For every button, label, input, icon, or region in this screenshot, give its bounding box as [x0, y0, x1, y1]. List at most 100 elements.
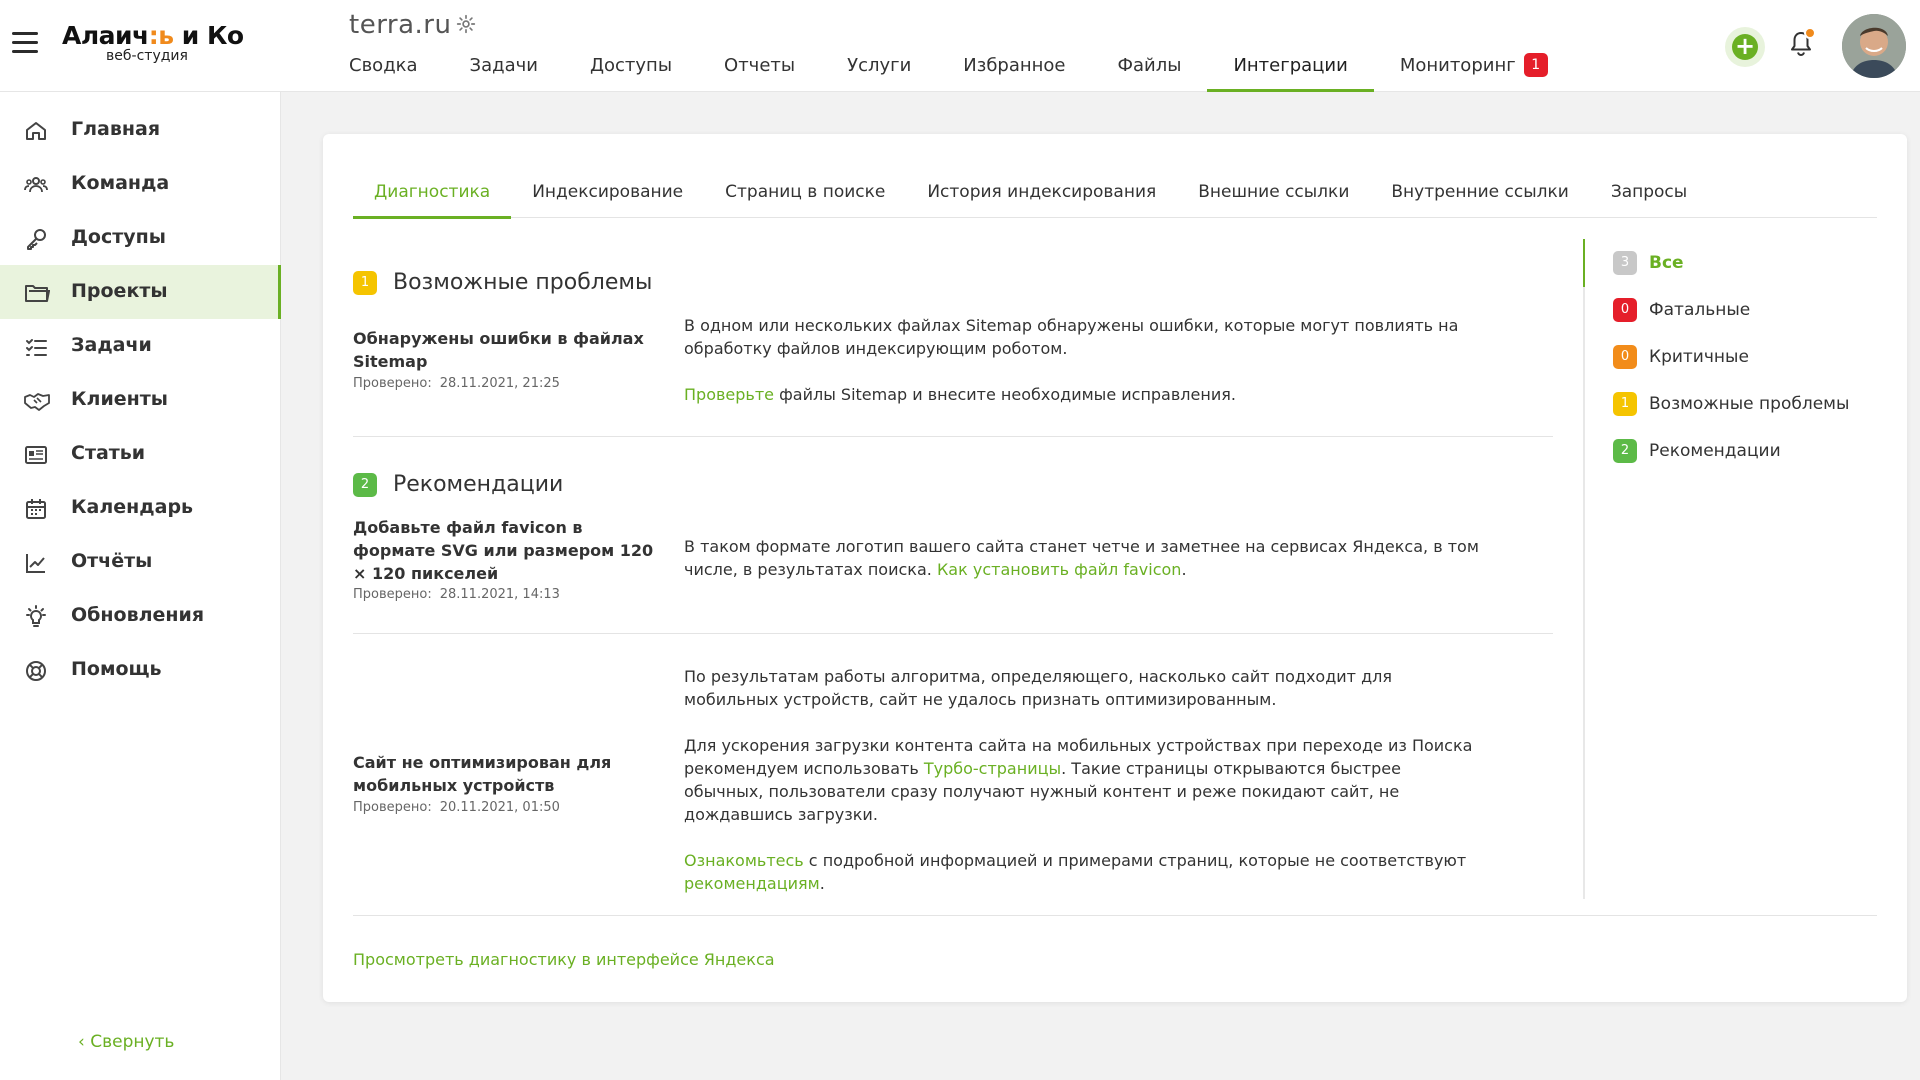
chart-icon	[24, 551, 48, 575]
tab-internal-links[interactable]: Внутренние ссылки	[1370, 174, 1589, 218]
filter-fatal[interactable]: 0 Фатальные	[1613, 298, 1750, 322]
project-tabs: Сводка Задачи Доступы Отчеты Услуги Избр…	[323, 50, 1574, 92]
sidebar-item-label: Главная	[71, 118, 161, 140]
sidebar-item-label: Команда	[71, 172, 170, 194]
lifebuoy-icon	[24, 659, 48, 683]
filter-count-badge: 2	[1613, 439, 1637, 463]
checked-date: 28.11.2021, 14:13	[439, 587, 560, 602]
tab-queries[interactable]: Запросы	[1590, 174, 1708, 218]
tab-diagnostics[interactable]: Диагностика	[353, 174, 512, 219]
issue-title: Обнаружены ошибки в файлах Sitemap	[353, 329, 644, 371]
turbo-pages-link[interactable]: Турбо-страницы	[924, 759, 1061, 778]
sidebar-item-label: Доступы	[71, 226, 166, 248]
sidebar-item-help[interactable]: Помощь	[0, 643, 281, 697]
checked-date: 20.11.2021, 01:50	[439, 800, 560, 815]
tab-indexing[interactable]: Индексирование	[511, 174, 704, 218]
sidebar-item-label: Задачи	[71, 334, 152, 356]
learn-more-link[interactable]: Ознакомьтесь	[684, 851, 804, 870]
filter-label: Критичные	[1649, 347, 1749, 367]
plus-icon: +	[1732, 34, 1758, 60]
filter-possible-problems[interactable]: 1 Возможные проблемы	[1613, 392, 1849, 416]
sidebar-item-label: Проекты	[71, 280, 168, 302]
tab-files[interactable]: Файлы	[1092, 50, 1208, 92]
recommendations-link[interactable]: рекомендациям	[684, 874, 820, 893]
issue-text: В одном или нескольких файлах Sitemap об…	[684, 316, 1459, 358]
sidebar-item-updates[interactable]: Обновления	[0, 589, 281, 643]
filter-count-badge: 1	[1613, 392, 1637, 416]
diagnostics-card: Диагностика Индексирование Страниц в пои…	[323, 134, 1907, 1002]
section-title: Возможные проблемы	[393, 270, 653, 295]
section-count-badge: 2	[353, 472, 377, 497]
bell-icon[interactable]	[1790, 27, 1816, 57]
sidebar-item-calendar[interactable]: Календарь	[0, 481, 281, 535]
issue-text: .	[1181, 560, 1187, 579]
issue-text: По результатам работы алгоритма, определ…	[684, 667, 1392, 709]
add-button[interactable]: +	[1725, 27, 1765, 67]
check-sitemap-link[interactable]: Проверьте	[684, 385, 774, 404]
active-filter-marker	[1583, 239, 1585, 287]
logo-name-part1: Алаич	[62, 21, 149, 50]
sidebar-item-label: Отчёты	[71, 550, 153, 572]
checked-label: Проверено:	[353, 376, 432, 391]
sidebar-item-projects[interactable]: Проекты	[0, 265, 281, 319]
tab-summary[interactable]: Сводка	[323, 50, 444, 92]
tab-monitoring[interactable]: Мониторинг 1	[1374, 50, 1574, 92]
filter-all[interactable]: 3 Все	[1613, 251, 1684, 275]
logo-subtitle: веб-студия	[106, 48, 188, 64]
gear-icon[interactable]	[456, 14, 476, 34]
severity-filters: 3 Все 0 Фатальные 0 Критичные 1 Возможны…	[1583, 239, 1883, 899]
calendar-icon	[24, 497, 48, 521]
collapse-button[interactable]: ‹ Свернуть	[78, 1032, 174, 1052]
sidebar: Главная Команда Доступы Проекты Задачи К…	[0, 92, 281, 1080]
tab-external-links[interactable]: Внешние ссылки	[1177, 174, 1370, 218]
bulb-icon	[24, 605, 48, 629]
tab-reports[interactable]: Отчеты	[698, 50, 821, 92]
issue-title: Сайт не оптимизирован для мобильных устр…	[353, 753, 612, 795]
sidebar-item-label: Статьи	[71, 442, 146, 464]
logo[interactable]: Алаич:ь и Ко веб-студия	[62, 21, 252, 65]
sidebar-item-articles[interactable]: Статьи	[0, 427, 281, 481]
sidebar-item-team[interactable]: Команда	[0, 157, 281, 211]
sidebar-item-reports[interactable]: Отчёты	[0, 535, 281, 589]
tab-services[interactable]: Услуги	[821, 50, 937, 92]
issue-description: По результатам работы алгоритма, определ…	[684, 665, 1484, 895]
home-icon	[24, 119, 48, 143]
tasks-icon	[24, 335, 48, 359]
checked-date: 28.11.2021, 21:25	[439, 376, 560, 391]
filter-count-badge: 0	[1613, 298, 1637, 322]
sidebar-item-access[interactable]: Доступы	[0, 211, 281, 265]
tab-access[interactable]: Доступы	[564, 50, 698, 92]
sidebar-item-label: Обновления	[71, 604, 205, 626]
issue-text: с подробной информацией и примерами стра…	[803, 851, 1467, 870]
logo-name-part2: и Ко	[173, 21, 244, 50]
key-icon	[24, 227, 48, 251]
filter-label: Возможные проблемы	[1649, 394, 1850, 414]
sidebar-item-label: Календарь	[71, 496, 194, 518]
folder-icon	[24, 281, 50, 305]
issue-title: Добавьте файл favicon в формате SVG или …	[353, 518, 654, 583]
view-in-yandex-link[interactable]: Просмотреть диагностику в интерфейсе Янд…	[353, 950, 775, 969]
tab-indexing-history[interactable]: История индексирования	[906, 174, 1177, 218]
avatar[interactable]	[1842, 14, 1906, 78]
articles-icon	[24, 443, 48, 467]
sidebar-item-tasks[interactable]: Задачи	[0, 319, 281, 373]
filter-critical[interactable]: 0 Критичные	[1613, 345, 1749, 369]
favicon-howto-link[interactable]: Как установить файл favicon	[937, 560, 1182, 579]
issue-checked: Проверено: 28.11.2021, 14:13	[353, 587, 560, 602]
filter-recommendations[interactable]: 2 Рекомендации	[1613, 439, 1781, 463]
checked-label: Проверено:	[353, 587, 432, 602]
sidebar-item-home[interactable]: Главная	[0, 103, 281, 157]
integration-tabs: Диагностика Индексирование Страниц в пои…	[353, 174, 1877, 219]
menu-icon[interactable]	[12, 32, 38, 54]
tab-integrations[interactable]: Интеграции	[1207, 50, 1375, 92]
filter-count-badge: 0	[1613, 345, 1637, 369]
tab-favorites[interactable]: Избранное	[937, 50, 1091, 92]
tab-tasks[interactable]: Задачи	[444, 50, 564, 92]
monitoring-badge: 1	[1523, 53, 1548, 77]
issue-checked: Проверено: 20.11.2021, 01:50	[353, 800, 560, 815]
team-icon	[24, 173, 48, 197]
filter-label: Фатальные	[1649, 300, 1751, 320]
tab-pages-in-search[interactable]: Страниц в поиске	[704, 174, 906, 218]
sidebar-item-clients[interactable]: Клиенты	[0, 373, 281, 427]
divider	[353, 633, 1553, 634]
